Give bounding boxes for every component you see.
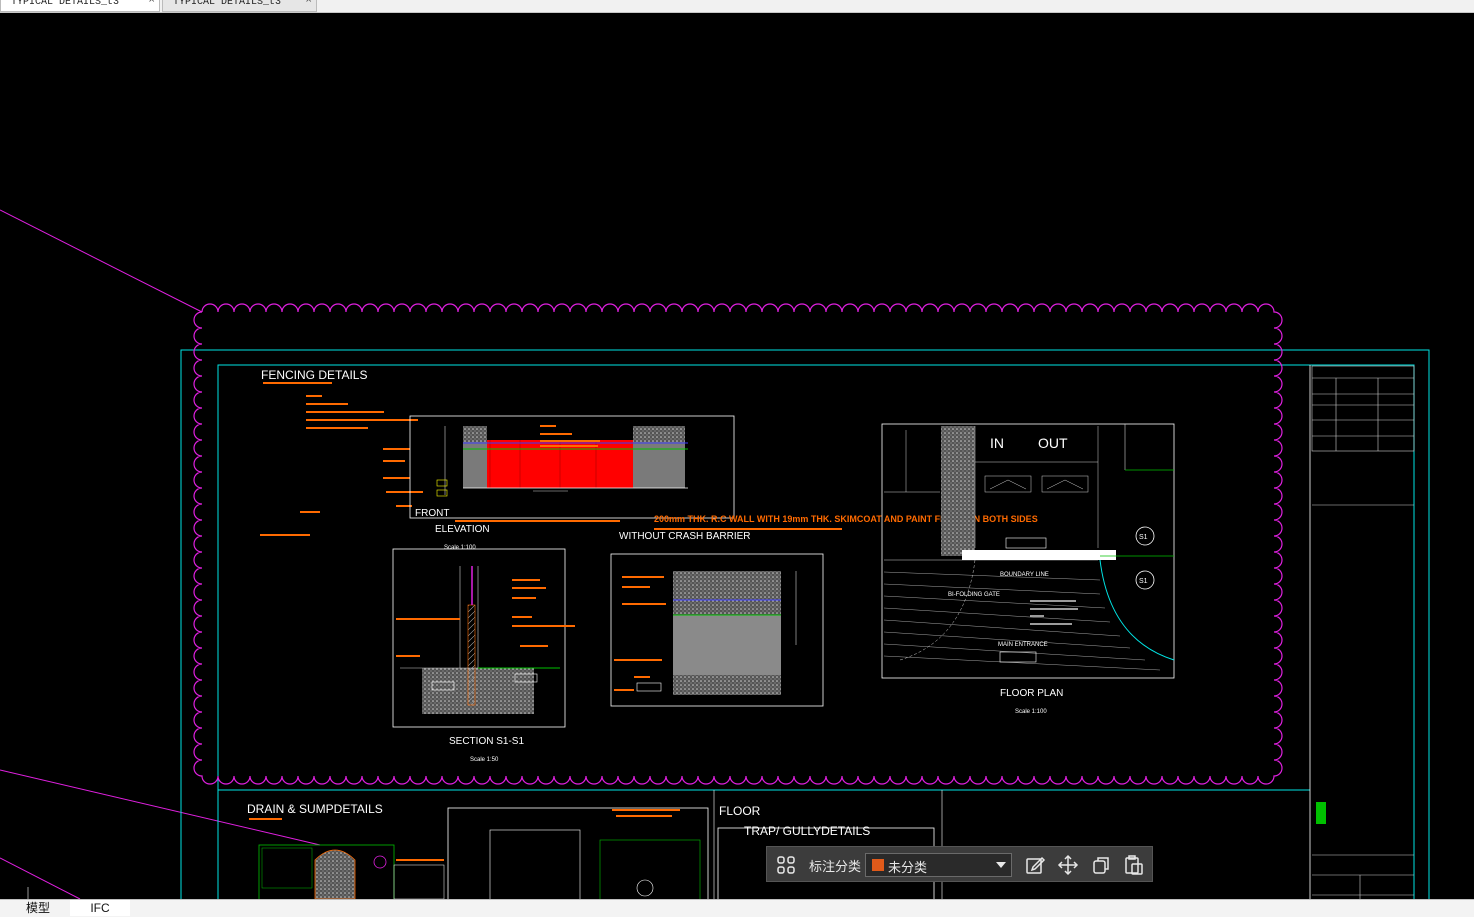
layout-tab-ifc[interactable]: IFC <box>70 900 130 916</box>
magenta-leaders <box>0 209 321 899</box>
paste-icon[interactable] <box>1123 854 1145 876</box>
bifolding-gate-label: BI-FOLDING GATE <box>948 592 1000 598</box>
wall-note: 200mm THK. R.C WALL WITH 19mm THK. SKIMC… <box>654 514 1038 524</box>
section-title: SECTION S1-S1 <box>449 736 524 747</box>
drawing-canvas[interactable]: FENCING DETAILS FRONT ELEVATION Scale 1:… <box>0 12 1474 899</box>
elevation-scale: Scale 1:100 <box>444 545 476 551</box>
chevron-down-icon <box>996 862 1006 868</box>
file-tab-1[interactable]: TYPICAL DETAILS_t3 × <box>0 0 160 12</box>
title-block <box>1311 365 1415 899</box>
section-marker-1: S1 <box>1139 534 1148 541</box>
layout-tab-bar: 模型 IFC <box>0 899 1474 917</box>
floor-plan-scale: Scale 1:100 <box>1015 709 1047 715</box>
category-select[interactable]: 未分类 <box>865 853 1012 877</box>
elevation-front-label: FRONT <box>415 508 449 519</box>
close-icon[interactable]: × <box>305 0 312 7</box>
file-tab-2[interactable]: TYPICAL DETAILS_t3 × <box>162 0 317 12</box>
fencing-details-title: FENCING DETAILS <box>261 368 367 382</box>
elevation-drawing <box>409 415 735 519</box>
file-tab-1-label: TYPICAL DETAILS_t3 <box>11 0 120 8</box>
edit-icon[interactable] <box>1024 854 1046 876</box>
floor-plan-out-label: OUT <box>1038 435 1068 451</box>
main-entrance-label: MAIN ENTRANCE <box>998 642 1048 648</box>
copy-icon[interactable] <box>1090 854 1112 876</box>
section-marker-2: S1 <box>1139 578 1148 585</box>
floor-section-title: FLOOR <box>719 804 761 818</box>
sheet-inner-frame <box>217 364 1415 899</box>
category-color-swatch <box>872 859 884 871</box>
drain-sump-title: DRAIN & SUMPDETAILS <box>247 802 383 816</box>
grid-icon[interactable] <box>775 854 797 876</box>
floor-plan-in-label: IN <box>990 435 1004 451</box>
layout-tab-model[interactable]: 模型 <box>12 900 64 916</box>
orange-notes-left <box>260 395 423 536</box>
section-drawing <box>392 548 575 728</box>
without-crash-barrier-title: WITHOUT CRASH BARRIER <box>619 531 751 542</box>
boundary-line-label: BOUNDARY LINE <box>1000 572 1049 578</box>
floor-plan-drawing <box>881 423 1175 679</box>
trap-gully-title: TRAP/ GULLYDETAILS <box>744 824 870 838</box>
category-value: 未分类 <box>888 860 928 875</box>
category-label: 标注分类 <box>809 859 862 874</box>
wall-section-drawing <box>610 553 824 707</box>
close-icon[interactable]: × <box>148 0 155 7</box>
section-scale: Scale 1:50 <box>470 757 499 763</box>
annotation-toolbar: 标注分类 未分类 <box>766 846 1153 882</box>
move-icon[interactable] <box>1057 854 1079 876</box>
elevation-title: ELEVATION <box>435 524 490 535</box>
floor-plan-title: FLOOR PLAN <box>1000 688 1063 699</box>
file-tab-2-label: TYPICAL DETAILS_t3 <box>173 0 282 8</box>
sheet-outer-frame <box>180 349 1430 899</box>
